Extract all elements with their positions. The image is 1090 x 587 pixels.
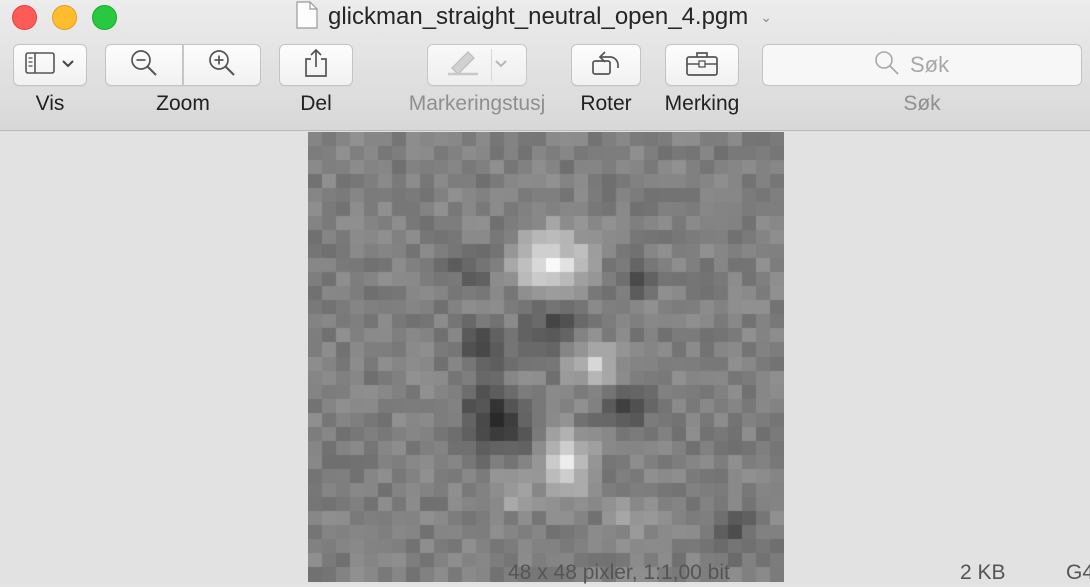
rotate-label: Roter bbox=[580, 92, 632, 115]
status-size: 2 KB bbox=[960, 561, 1006, 584]
search-icon bbox=[874, 50, 900, 81]
markup-label: Merking bbox=[664, 92, 740, 115]
pgm-image[interactable] bbox=[308, 132, 784, 582]
share-icon bbox=[303, 48, 329, 83]
share-label: Del bbox=[300, 92, 332, 115]
share-button[interactable] bbox=[279, 44, 353, 86]
sidebar-icon bbox=[25, 51, 55, 79]
zoom-in-icon bbox=[207, 48, 237, 83]
window-toolbar: glickman_straight_neutral_open_4.pgm ⌄ V… bbox=[0, 0, 1090, 131]
search-label: Søk bbox=[903, 92, 941, 115]
window-title[interactable]: glickman_straight_neutral_open_4.pgm ⌄ bbox=[296, 0, 772, 34]
view-label: Vis bbox=[35, 92, 65, 115]
marker-pen-icon bbox=[446, 50, 480, 81]
status-extra: G4 bbox=[1066, 561, 1090, 584]
search-field[interactable] bbox=[762, 44, 1082, 86]
document-view bbox=[0, 131, 1090, 584]
zoom-in-button[interactable] bbox=[183, 44, 261, 86]
chevron-down-icon[interactable]: ⌄ bbox=[760, 9, 772, 26]
chevron-down-icon bbox=[61, 56, 75, 74]
highlight-marker-button[interactable] bbox=[427, 44, 527, 86]
search-input[interactable] bbox=[910, 52, 970, 78]
markup-button[interactable] bbox=[665, 44, 739, 86]
chevron-down-icon[interactable] bbox=[494, 56, 508, 74]
zoom-out-button[interactable] bbox=[105, 44, 183, 86]
minimize-window-button[interactable] bbox=[52, 5, 77, 30]
status-info: 48 x 48 pixler, 1:1,00 bit bbox=[508, 561, 730, 584]
document-title: glickman_straight_neutral_open_4.pgm bbox=[328, 3, 749, 30]
view-menu-button[interactable] bbox=[13, 44, 87, 86]
toolbox-icon bbox=[685, 49, 719, 82]
maximize-window-button[interactable] bbox=[92, 5, 117, 30]
split-divider bbox=[491, 49, 492, 81]
rotate-button[interactable] bbox=[571, 44, 641, 86]
document-icon bbox=[296, 0, 318, 34]
zoom-label: Zoom bbox=[156, 92, 210, 115]
zoom-out-icon bbox=[129, 48, 159, 83]
rotate-icon bbox=[590, 48, 622, 83]
pgm-image-canvas bbox=[308, 132, 784, 582]
highlight-marker-label: Markeringstusj bbox=[408, 92, 546, 115]
close-window-button[interactable] bbox=[12, 5, 37, 30]
